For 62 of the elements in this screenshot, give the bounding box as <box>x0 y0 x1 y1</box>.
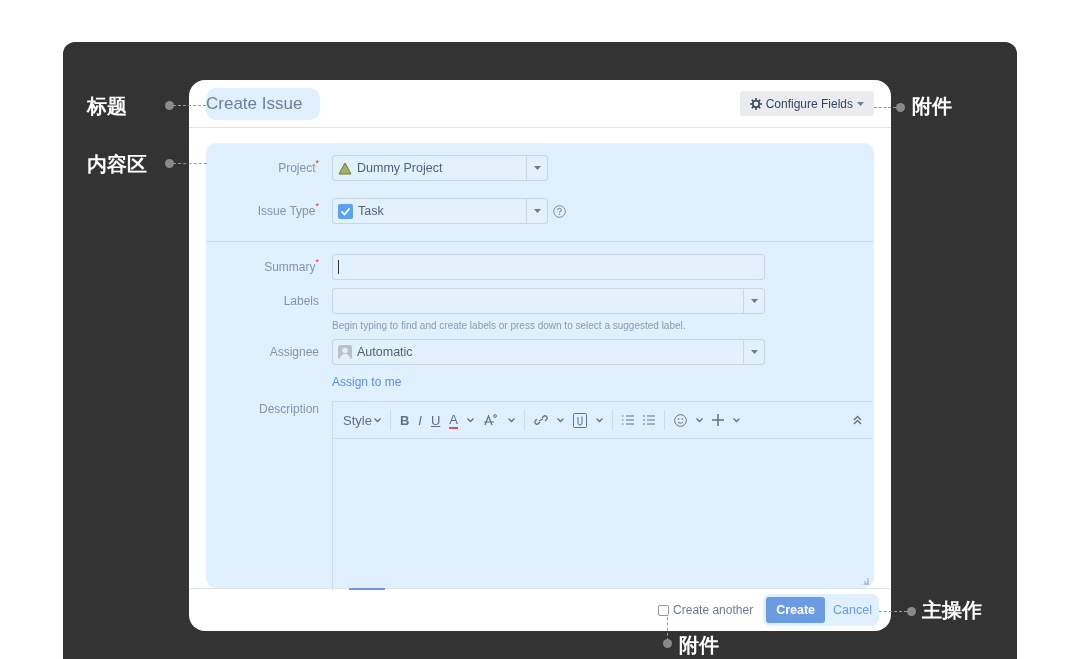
select-field[interactable] <box>332 288 765 314</box>
field-label: Project$^{*}$ <box>278 157 320 177</box>
field-label: Labels <box>283 293 320 310</box>
checkbox[interactable] <box>658 604 670 616</box>
format-button[interactable]: A <box>449 411 458 429</box>
caret-icon <box>533 166 541 170</box>
avatar-icon <box>338 345 352 359</box>
chevron-icon <box>733 417 740 423</box>
callout-label: 附件 <box>912 94 952 119</box>
caret-icon <box>750 350 758 354</box>
chevron-icon <box>373 417 381 423</box>
caret-icon <box>750 299 758 303</box>
callout-label: 内容区 <box>87 152 147 177</box>
chevron-icon <box>696 417 703 423</box>
chevron-icon <box>557 417 564 423</box>
bullet-list-icon[interactable] <box>622 415 634 425</box>
tab-indicator <box>349 588 385 590</box>
emoji-icon[interactable] <box>674 413 687 427</box>
mountain-icon <box>338 161 352 175</box>
settings-icon <box>749 97 762 110</box>
callout-dot <box>165 101 174 110</box>
callout-dot <box>663 639 672 648</box>
format-button[interactable]: B <box>399 412 410 428</box>
dialog-title: Create Issue <box>206 87 321 120</box>
attachment-icon[interactable] <box>573 412 587 428</box>
callout-dot <box>165 159 174 168</box>
field-label: Summary$^{*}$ <box>264 256 320 276</box>
select-field[interactable]: Automatic <box>332 339 765 365</box>
format-button[interactable]: I <box>418 412 422 428</box>
collapse-icon[interactable] <box>853 415 862 425</box>
chevron-icon <box>596 417 603 423</box>
caret-icon <box>857 101 864 106</box>
chevron-icon <box>467 417 474 423</box>
callout-label: 标题 <box>87 94 127 119</box>
plus-icon[interactable] <box>712 414 724 426</box>
description-editor[interactable]: Style B I U A <box>332 401 872 590</box>
select-field[interactable]: Task <box>332 198 548 224</box>
caret-icon <box>533 209 541 213</box>
field-label: Issue Type$^{*}$ <box>257 200 320 220</box>
callout-dot <box>907 607 916 616</box>
select-field[interactable]: Dummy Project <box>332 155 548 181</box>
chevron-icon <box>508 417 515 423</box>
configure-fields-button[interactable]: Configure Fields <box>739 91 874 116</box>
callout-label: 附件 <box>679 633 719 658</box>
callout-dot <box>896 103 905 112</box>
format-button[interactable]: U <box>430 412 441 428</box>
callout-label: 主操作 <box>922 598 982 623</box>
text-style-icon[interactable] <box>483 414 499 426</box>
style-dropdown[interactable]: Style <box>343 412 381 428</box>
numbered-list-icon[interactable] <box>643 415 655 425</box>
create-button[interactable]: Create <box>766 597 826 623</box>
checkbox-label: Create another <box>673 603 754 617</box>
field-label: Assignee <box>269 344 320 361</box>
help-text: Begin typing to find and create labels or press down to select a suggested label. <box>332 320 687 331</box>
checkbox-icon <box>338 203 353 219</box>
help-icon[interactable] <box>553 204 566 218</box>
field-label: Description <box>258 401 320 417</box>
cancel-link[interactable]: Cancel <box>833 603 876 617</box>
link-icon[interactable] <box>534 414 548 426</box>
summary-field[interactable] <box>332 254 765 280</box>
assign-link[interactable]: Assign to me <box>332 375 765 389</box>
resize-grip-icon[interactable] <box>862 578 869 585</box>
